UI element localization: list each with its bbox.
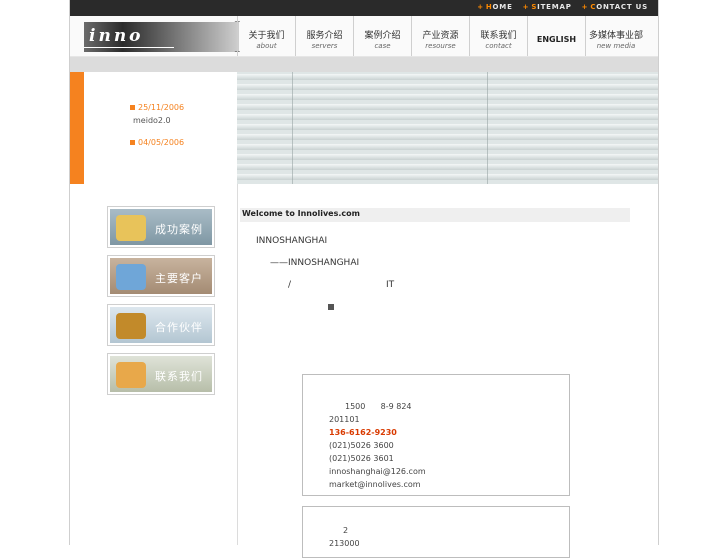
top-links: + HOME + SITEMAP + CONTACT US [477,3,648,11]
site-logo[interactable]: inno [84,22,239,52]
intro-line-3b: IT [386,280,395,290]
news-box [84,72,238,184]
intro-line-3a: / [288,280,292,290]
contact-email-1[interactable]: innoshanghai@126.com [329,467,426,476]
bullet-icon [130,105,135,110]
intro-line-2: ——INNOSHANGHAI [270,258,360,268]
page-frame: + HOME + SITEMAP + CONTACT US inno + + 关于我们… [69,0,659,558]
contact-fax: (021)5026 3601 [329,454,394,463]
globe-document-icon [116,264,146,290]
square-bullet-icon [328,304,334,310]
contact2-postcode: 213000 [329,539,360,548]
side-button-contact-us[interactable]: 联系我们 [107,353,215,395]
nav-contact[interactable]: 联系我们 contact [469,16,527,56]
welcome-heading-bar: Welcome to Innolives.com [240,208,630,222]
side-button-success-cases[interactable]: 成功案例 [107,206,215,248]
main-nav-row: inno + + 关于我们 about 服务介绍 servers 案例介绍 ca… [70,16,658,57]
nav-menu: 关于我们 about 服务介绍 servers 案例介绍 case 产业资源 r… [237,16,646,56]
news-date-2: 04/05/2006 [130,138,184,147]
contact-info-box-2: 2 213000 [302,506,570,558]
contact-postcode: 201101 [329,415,360,424]
nav-resourse[interactable]: 产业资源 resourse [411,16,469,56]
nav-english[interactable]: ENGLISH [527,16,585,56]
nav-servers[interactable]: 服务介绍 servers [295,16,353,56]
bullet-icon [130,140,135,145]
side-button-partners[interactable]: 合作伙伴 [107,304,215,346]
nav-about[interactable]: 关于我们 about [237,16,295,56]
side-button-main-clients[interactable]: 主要客户 [107,255,215,297]
contact-info-box: 1500 8-9 824 201101 136-6162-9230 (021)5… [302,374,570,496]
top-bar: + HOME + SITEMAP + CONTACT US [70,0,658,16]
news-title-1[interactable]: meido2.0 [133,116,171,125]
home-link[interactable]: + HOME [477,3,512,11]
nav-case[interactable]: 案例介绍 case [353,16,411,56]
logo-text: inno [89,26,144,46]
sitemap-link[interactable]: + SITEMAP [523,3,572,11]
orange-accent-bar [70,72,84,184]
people-handshake-icon [116,313,146,339]
contact-tel: (021)5026 3600 [329,441,394,450]
contact2-line-1: 2 [343,526,349,535]
nav-new-media[interactable]: 多媒体事业部 new media [585,16,646,56]
side-menu: 成功案例 主要客户 合作伙伴 联系我们 [84,184,238,545]
contact-us-link[interactable]: + CONTACT US [582,3,648,11]
intro-line-1: INNOSHANGHAI [256,236,328,246]
main-content: Welcome to Innolives.com INNOSHANGHAI ——… [238,184,658,558]
grey-band [70,57,658,72]
contact-email-2[interactable]: market@innolives.com [329,480,421,489]
contact-mobile: 136-6162-9230 [329,428,397,437]
contact-address: 1500 8-9 824 [345,402,412,411]
banner-blinds-image [237,72,658,184]
welcome-heading: Welcome to Innolives.com [242,209,360,218]
notebook-icon [116,215,146,241]
news-date-1: 25/11/2006 [130,103,184,112]
envelope-icon [116,362,146,388]
